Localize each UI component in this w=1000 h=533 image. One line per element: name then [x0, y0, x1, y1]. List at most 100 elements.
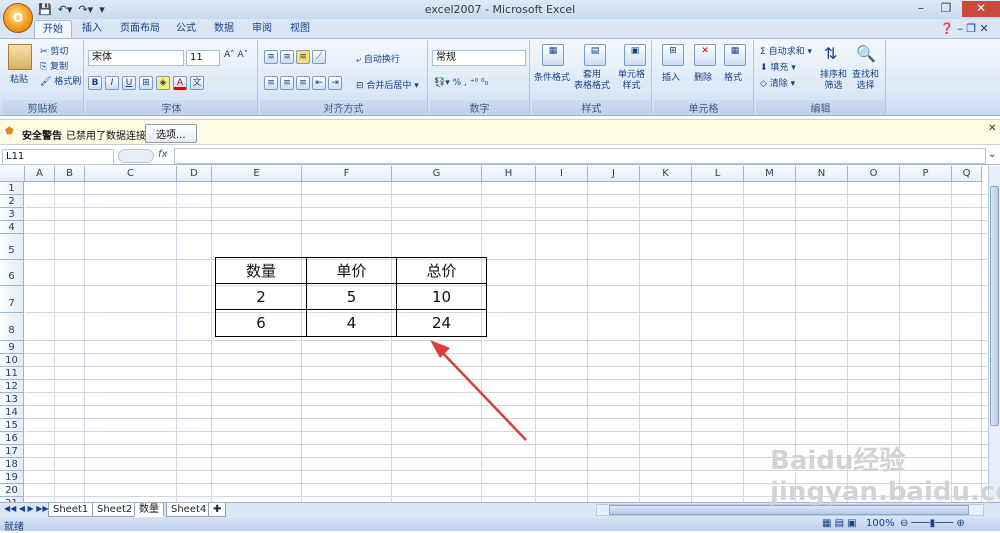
cell-e7[interactable]: 2 — [215, 283, 307, 310]
sheet-tab-sheet1[interactable]: Sheet1 — [48, 503, 94, 517]
tab-view[interactable]: 视图 — [282, 20, 318, 39]
align-left-icon[interactable]: ≡ — [264, 76, 278, 90]
close-button[interactable]: ✕ — [962, 1, 1000, 17]
row-header-6[interactable]: 6 — [0, 260, 24, 286]
format-cells-button[interactable]: 格式 — [724, 70, 742, 83]
row-header-13[interactable]: 13 — [0, 393, 24, 406]
number-format-buttons[interactable]: 💱▾ % , ⁺⁰ ⁰₀ — [434, 78, 488, 88]
column-header-h[interactable]: H — [482, 166, 536, 182]
header-total[interactable]: 总价 — [396, 257, 487, 284]
tab-insert[interactable]: 插入 — [74, 20, 110, 39]
paste-button[interactable]: 粘贴 — [10, 72, 28, 85]
font-color-icon[interactable]: A — [173, 76, 187, 90]
cell-e8[interactable]: 6 — [215, 309, 307, 337]
save-icon[interactable]: 💾 — [38, 3, 52, 16]
column-header-d[interactable]: D — [177, 166, 212, 182]
column-header-f[interactable]: F — [302, 166, 392, 182]
insert-cells-button[interactable]: 插入 — [662, 70, 680, 83]
close-security-icon[interactable]: ✕ — [988, 123, 996, 134]
column-header-l[interactable]: L — [692, 166, 744, 182]
tab-home[interactable]: 开始 — [34, 20, 72, 39]
fill-color-icon[interactable]: ◈ — [156, 76, 170, 90]
align-bottom-icon[interactable]: ≡ — [296, 50, 310, 64]
column-header-c[interactable]: C — [85, 166, 177, 182]
underline-button[interactable]: U — [122, 76, 136, 90]
column-header-k[interactable]: K — [640, 166, 692, 182]
redo-icon[interactable]: ↷▾ — [78, 3, 93, 16]
orientation-icon[interactable]: ⟋ — [312, 50, 326, 64]
formula-input[interactable] — [174, 148, 986, 164]
row-header-16[interactable]: 16 — [0, 432, 24, 445]
row-header-17[interactable]: 17 — [0, 445, 24, 458]
merge-center-button[interactable]: ⊟ 合并后居中 ▾ — [356, 78, 419, 91]
column-header-e[interactable]: E — [212, 166, 302, 182]
align-right-icon[interactable]: ≡ — [296, 76, 310, 90]
phonetic-icon[interactable]: 文 — [190, 76, 204, 90]
tab-review[interactable]: 审阅 — [244, 20, 280, 39]
italic-button[interactable]: I — [105, 76, 119, 90]
formula-expand-icon[interactable] — [118, 149, 154, 163]
row-header-19[interactable]: 19 — [0, 471, 24, 484]
header-quantity[interactable]: 数量 — [215, 257, 307, 284]
border-icon[interactable]: ⊞ — [139, 76, 153, 90]
column-header-q[interactable]: Q — [952, 166, 982, 182]
align-center-icon[interactable]: ≡ — [280, 76, 294, 90]
row-header-2[interactable]: 2 — [0, 195, 24, 208]
column-header-g[interactable]: G — [392, 166, 482, 182]
sheet-tab-active[interactable]: 数量 — [134, 503, 164, 517]
options-button[interactable]: 选项... — [145, 124, 197, 143]
column-header-p[interactable]: P — [900, 166, 952, 182]
view-buttons-icon[interactable]: ▦ ▤ ▣ — [822, 518, 857, 529]
row-header-9[interactable]: 9 — [0, 341, 24, 354]
cell-f7[interactable]: 5 — [306, 283, 397, 310]
column-header-n[interactable]: N — [796, 166, 848, 182]
row-header-11[interactable]: 11 — [0, 367, 24, 380]
row-header-14[interactable]: 14 — [0, 406, 24, 419]
delete-cells-button[interactable]: 删除 — [694, 70, 712, 83]
undo-icon[interactable]: ↶▾ — [58, 3, 73, 16]
minimize-button[interactable]: – — [910, 1, 932, 17]
row-header-8[interactable]: 8 — [0, 313, 24, 341]
name-box[interactable]: L11 — [2, 149, 114, 165]
help-icon[interactable]: ❓ – ❐ ✕ — [940, 22, 989, 35]
row-header-3[interactable]: 3 — [0, 208, 24, 221]
autosum-button[interactable]: Σ 自动求和 ▾ — [760, 44, 812, 57]
decrease-indent-icon[interactable]: ⇤ — [312, 76, 326, 90]
align-top-icon[interactable]: ≡ — [264, 50, 278, 64]
formula-expand-down-icon[interactable]: ⌄ — [988, 149, 996, 160]
align-middle-icon[interactable]: ≡ — [280, 50, 294, 64]
row-header-12[interactable]: 12 — [0, 380, 24, 393]
row-header-4[interactable]: 4 — [0, 221, 24, 234]
cell-f8[interactable]: 4 — [306, 309, 397, 337]
sort-filter-button[interactable]: 排序和 筛选 — [820, 70, 847, 92]
font-name-combo[interactable]: 宋体 — [88, 50, 184, 66]
column-header-m[interactable]: M — [744, 166, 796, 182]
cell-styles-button[interactable]: 单元格 样式 — [618, 70, 645, 92]
sheet-nav-icon[interactable]: ◀◀ ◀ ▶ ▶▶ — [4, 504, 49, 513]
cut-button[interactable]: ✂ 剪切 — [40, 44, 68, 57]
customize-icon[interactable]: ▾ — [99, 3, 105, 16]
scroll-thumb[interactable] — [990, 186, 999, 426]
cell-g7[interactable]: 10 — [396, 283, 487, 310]
row-header-15[interactable]: 15 — [0, 419, 24, 432]
row-header-20[interactable]: 20 — [0, 484, 24, 497]
number-format-combo[interactable]: 常规 — [432, 50, 526, 66]
zoom-level[interactable]: 100% — [866, 518, 895, 529]
column-header-b[interactable]: B — [55, 166, 85, 182]
format-as-table-button[interactable]: 套用 表格格式 — [574, 70, 610, 92]
conditional-format-button[interactable]: 条件格式 — [534, 70, 570, 83]
grow-font-button[interactable]: A˄ A˅ — [224, 50, 248, 60]
bold-button[interactable]: B — [88, 76, 102, 90]
fill-button[interactable]: ⬇ 填充 ▾ — [760, 60, 796, 73]
office-button[interactable]: O — [3, 3, 33, 33]
header-unit-price[interactable]: 单价 — [306, 257, 397, 284]
font-size-combo[interactable]: 11 — [186, 50, 220, 66]
wrap-text-button[interactable]: ⤶ 自动换行 — [356, 52, 400, 65]
column-header-o[interactable]: O — [848, 166, 900, 182]
select-all-corner[interactable] — [0, 166, 25, 182]
format-painter-button[interactable]: 🖌 格式刷 — [40, 74, 81, 87]
clear-button[interactable]: ◇ 清除 ▾ — [760, 76, 795, 89]
tab-page-layout[interactable]: 页面布局 — [112, 20, 168, 39]
row-header-7[interactable]: 7 — [0, 286, 24, 313]
column-header-i[interactable]: I — [536, 166, 588, 182]
